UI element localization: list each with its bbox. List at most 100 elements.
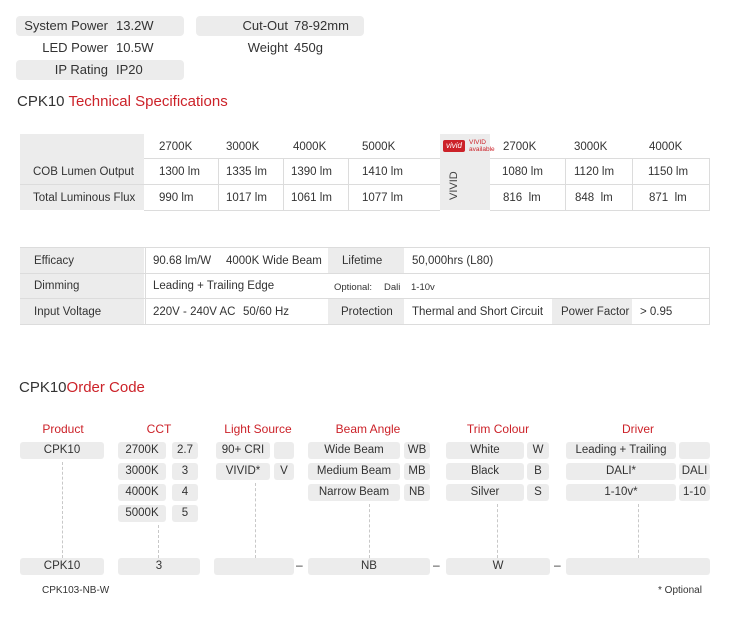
optional-note: * Optional	[658, 585, 702, 596]
spec-system-power: System Power 13.2W	[16, 16, 184, 36]
trim-option[interactable]: Silver	[446, 484, 524, 501]
separator-dash: –	[433, 558, 440, 572]
flux-value: 1077 lm	[362, 192, 403, 204]
tech-model: CPK10	[17, 93, 65, 110]
spec-label: IP Rating	[54, 62, 108, 77]
beam-code: MB	[404, 463, 430, 480]
cct-header: 3000K	[226, 141, 260, 153]
tech-spec-title: CPK10 Technical Specifications	[17, 93, 228, 110]
driver-option[interactable]: Leading + Trailing	[566, 442, 676, 459]
efficacy-extra: 4000K Wide Beam	[226, 255, 322, 267]
connector-line	[497, 504, 498, 558]
vivid-flux-value: 816 lm	[503, 192, 541, 204]
flux-value: 990 lm	[159, 192, 194, 204]
order-header-light-source: Light Source	[224, 422, 292, 436]
flux-value: 1061 lm	[291, 192, 332, 204]
spec-value: 13.2W	[116, 18, 154, 33]
driver-code	[679, 442, 710, 459]
vivid-cct-header: 3000K	[574, 141, 608, 153]
cct-header: 4000K	[293, 141, 327, 153]
trim-code: W	[527, 442, 549, 459]
lumen-value: 1410 lm	[362, 166, 403, 178]
cct-header: 2700K	[159, 141, 193, 153]
vivid-available-text: VIVID available	[469, 139, 495, 153]
connector-line	[638, 504, 639, 558]
result-beam: NB	[308, 558, 430, 575]
input-voltage-value: 220V - 240V AC	[153, 306, 236, 318]
trim-option[interactable]: Black	[446, 463, 524, 480]
result-product: CPK10	[20, 558, 104, 575]
vivid-lumen-value: 1080 lm	[502, 166, 543, 178]
vivid-logo: vivid	[443, 140, 465, 152]
driver-code: 1-10	[679, 484, 710, 501]
connector-line	[255, 483, 256, 558]
cct-code: 3	[172, 463, 198, 480]
trim-option[interactable]: White	[446, 442, 524, 459]
flux-value: 1017 lm	[226, 192, 267, 204]
vivid-flux-value: 848 lm	[575, 192, 613, 204]
beam-option[interactable]: Wide Beam	[308, 442, 400, 459]
result-trim: W	[446, 558, 550, 575]
tech-title-text: Technical Specifications	[68, 93, 228, 110]
dimming-110v: 1-10v	[411, 282, 435, 293]
order-model: CPK10	[19, 379, 67, 396]
vivid-cct-header: 2700K	[503, 141, 537, 153]
spec-value: IP20	[116, 62, 143, 77]
cct-option[interactable]: 4000K	[118, 484, 166, 501]
lumen-value: 1390 lm	[291, 166, 332, 178]
efficacy-value: 90.68 lm/W	[153, 255, 212, 267]
cct-code: 2.7	[172, 442, 198, 459]
result-driver	[566, 558, 710, 575]
cct-code: 4	[172, 484, 198, 501]
vivid-vertical-label: VIVID	[448, 171, 460, 200]
order-header-driver: Driver	[622, 422, 654, 436]
cct-header: 5000K	[362, 141, 396, 153]
separator-dash: –	[296, 558, 303, 572]
vivid-cct-header: 4000K	[649, 141, 683, 153]
beam-code: NB	[404, 484, 430, 501]
power-factor-label: Power Factor	[561, 306, 630, 318]
light-source-code: V	[274, 463, 294, 480]
light-source-option[interactable]: VIVID*	[216, 463, 270, 480]
driver-option[interactable]: DALI*	[566, 463, 676, 480]
light-source-option[interactable]: 90+ CRI	[216, 442, 270, 459]
beam-code: WB	[404, 442, 430, 459]
beam-option[interactable]: Medium Beam	[308, 463, 400, 480]
order-product-option[interactable]: CPK10	[20, 442, 104, 459]
dimming-value: Leading + Trailing Edge	[153, 280, 275, 292]
lifetime-value: 50,000hrs (L80)	[412, 255, 494, 267]
trim-code: B	[527, 463, 549, 480]
connector-line	[369, 504, 370, 558]
cct-option[interactable]: 5000K	[118, 505, 166, 522]
input-voltage-freq: 50/60 Hz	[243, 306, 290, 318]
lumen-header-blank	[20, 134, 144, 159]
connector-line	[158, 525, 159, 558]
cct-code: 5	[172, 505, 198, 522]
spec-ip-rating: IP Rating IP20	[16, 60, 184, 80]
order-header-trim-colour: Trim Colour	[466, 422, 530, 436]
lumen-value: 1300 lm	[159, 166, 200, 178]
protection-value: Thermal and Short Circuit	[412, 306, 544, 318]
example-order-code: CPK103-NB-W	[42, 585, 110, 596]
lumen-value: 1335 lm	[226, 166, 267, 178]
beam-option[interactable]: Narrow Beam	[308, 484, 400, 501]
cct-option[interactable]: 3000K	[118, 463, 166, 480]
separator-dash: –	[554, 558, 561, 572]
dimming-optional: Optional:	[334, 282, 373, 293]
driver-code: DALI	[679, 463, 710, 480]
spec-label: System Power	[24, 18, 108, 33]
row-label: COB Lumen Output	[33, 166, 134, 178]
spec-value: 450g	[294, 40, 323, 55]
spec-label: Weight	[247, 40, 288, 55]
dimming-dali: Dali	[384, 282, 401, 293]
vivid-lumen-value: 1120 lm	[574, 166, 615, 178]
spec-value: 10.5W	[116, 40, 154, 55]
cct-option[interactable]: 2700K	[118, 442, 166, 459]
order-header-product: Product	[42, 422, 84, 436]
order-title-text: Order Code	[66, 379, 145, 396]
spec-led-power: LED Power 10.5W	[16, 38, 184, 58]
driver-option[interactable]: 1-10v*	[566, 484, 676, 501]
trim-code: S	[527, 484, 549, 501]
dimming-label: Dimming	[34, 280, 80, 292]
light-source-code	[274, 442, 294, 459]
